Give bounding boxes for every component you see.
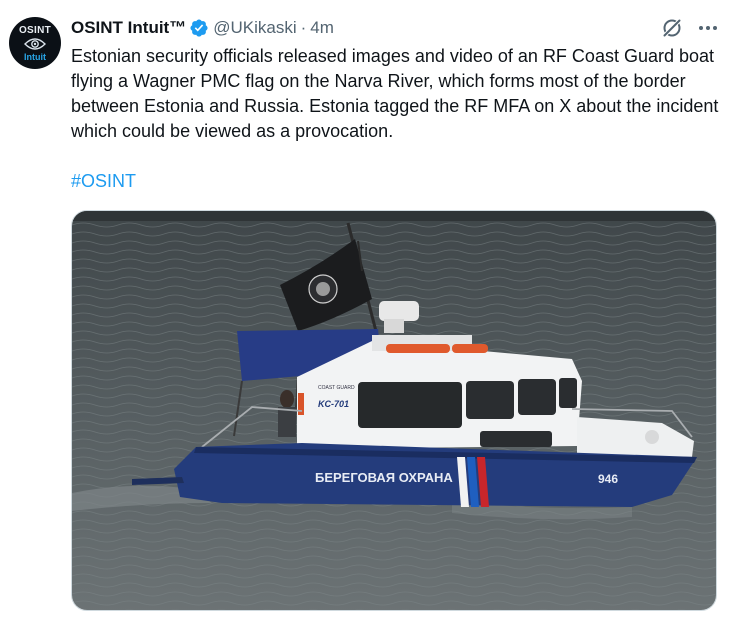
avatar[interactable]: OSINT Intuit: [9, 17, 61, 69]
author-handle[interactable]: @UKikaski: [213, 18, 296, 38]
hashtag-link[interactable]: #OSINT: [71, 169, 136, 194]
author-name[interactable]: OSINT Intuit™: [71, 18, 186, 38]
tweet-text: Estonian security officials released ima…: [71, 46, 719, 141]
avatar-top-text: OSINT: [18, 24, 52, 36]
hull-text: БЕРЕГОВАЯ ОХРАНА: [315, 470, 453, 485]
more-icon[interactable]: [696, 16, 720, 40]
hull-number: 946: [598, 472, 618, 486]
cabin-label: COAST GUARD: [318, 385, 355, 391]
boat-photo: COAST GUARD KC-701 БЕРЕГОВАЯ ОХРАНА 946: [72, 211, 716, 610]
verified-badge-icon: [190, 19, 208, 37]
post-timestamp[interactable]: 4m: [310, 18, 334, 38]
eye-icon: [24, 37, 46, 50]
tweet-header: OSINT Intuit™ @UKikaski · 4m: [71, 14, 334, 42]
tweet: OSINT Intuit OSINT Intuit™ @UKikaski · 4…: [0, 0, 753, 630]
tweet-media-photo[interactable]: COAST GUARD KC-701 БЕРЕГОВАЯ ОХРАНА 946: [71, 210, 717, 611]
separator-dot: ·: [300, 18, 307, 37]
cabin-id: KC-701: [318, 399, 349, 409]
grok-icon[interactable]: [660, 16, 684, 40]
avatar-bottom-text: Intuit: [24, 51, 46, 62]
